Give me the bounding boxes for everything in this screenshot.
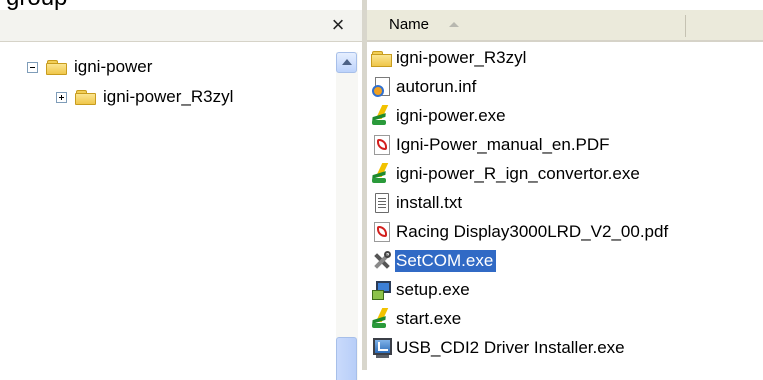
file-item[interactable]: autorun.inf <box>371 75 479 99</box>
file-name: setup.exe <box>396 280 470 299</box>
pdf-icon <box>371 221 393 243</box>
text-file-icon <box>371 192 393 214</box>
sort-ascending-icon <box>449 22 459 27</box>
folder-icon <box>371 47 393 69</box>
file-name: Racing Display3000LRD_V2_00.pdf <box>396 222 669 241</box>
file-item[interactable]: USB_CDI2 Driver Installer.exe <box>371 336 628 360</box>
file-item[interactable]: igni-power_R_ign_convertor.exe <box>371 162 643 186</box>
column-separator[interactable] <box>685 15 686 37</box>
file-name: SetCOM.exe <box>395 250 497 272</box>
file-name: igni-power_R_ign_convertor.exe <box>396 164 640 183</box>
tree-node-igni-power[interactable]: igni-power <box>27 56 152 78</box>
setup-icon <box>371 279 393 301</box>
file-item[interactable]: setup.exe <box>371 278 473 302</box>
file-name: start.exe <box>396 309 462 328</box>
file-list-pane: Name igni-power_R3zyl autorun.inf igni-p… <box>367 0 763 370</box>
inf-file-icon <box>371 76 393 98</box>
file-item-selected[interactable]: SetCOM.exe <box>371 249 497 273</box>
exe-bolt-icon <box>371 308 393 330</box>
file-name: USB_CDI2 Driver Installer.exe <box>396 338 625 357</box>
tree-node-label: igni-power_R3zyl <box>103 87 234 106</box>
tree-node-label: igni-power <box>74 57 153 76</box>
file-item[interactable]: igni-power.exe <box>371 104 509 128</box>
close-pane-button[interactable]: × <box>326 12 350 38</box>
pdf-icon <box>371 134 393 156</box>
tree-scrollbar[interactable] <box>336 52 358 380</box>
file-item[interactable]: Racing Display3000LRD_V2_00.pdf <box>371 220 671 244</box>
usb-installer-icon <box>371 337 393 359</box>
file-name: igni-power_R3zyl <box>396 48 527 67</box>
file-item[interactable]: start.exe <box>371 307 464 331</box>
folders-pane: × igni-power igni-power_R3zyl <box>0 10 362 380</box>
file-item[interactable]: install.txt <box>371 191 465 215</box>
scroll-up-arrow-icon[interactable] <box>336 52 357 73</box>
file-name: install.txt <box>396 193 463 212</box>
name-column-header[interactable]: Name <box>367 10 685 40</box>
folders-pane-header: × <box>0 10 362 42</box>
exe-bolt-icon <box>371 163 393 185</box>
file-name: igni-power.exe <box>396 106 506 125</box>
scroll-thumb[interactable] <box>336 337 357 380</box>
folder-icon <box>75 89 97 105</box>
folder-icon <box>46 59 68 75</box>
file-name: Igni-Power_manual_en.PDF <box>396 135 610 154</box>
column-header-bar: Name <box>367 10 763 42</box>
collapse-icon[interactable] <box>27 61 38 73</box>
file-name: autorun.inf <box>396 77 477 96</box>
tree-node-igni-power-r3zyl[interactable]: igni-power_R3zyl <box>56 86 233 108</box>
exe-bolt-icon <box>371 105 393 127</box>
file-item[interactable]: igni-power_R3zyl <box>371 46 529 70</box>
expand-icon[interactable] <box>56 91 67 103</box>
file-item[interactable]: Igni-Power_manual_en.PDF <box>371 133 613 157</box>
tools-icon <box>371 250 393 272</box>
